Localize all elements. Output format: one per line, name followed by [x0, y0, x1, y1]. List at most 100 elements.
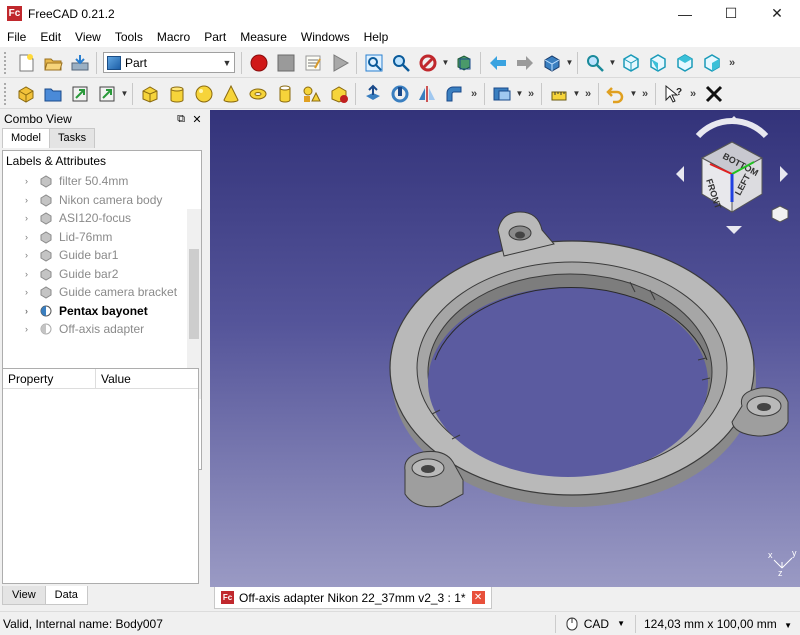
view-right-button[interactable] — [699, 50, 724, 75]
view-top-button[interactable] — [672, 50, 697, 75]
view-fit-selection-button[interactable] — [388, 50, 413, 75]
menu-windows[interactable]: Windows — [294, 27, 357, 47]
macro-record-button[interactable] — [246, 50, 271, 75]
tree-item[interactable]: › Lid-76mm — [3, 228, 201, 247]
toolbar-grip[interactable] — [4, 82, 8, 105]
view-fit-all-button[interactable] — [361, 50, 386, 75]
toolbar-overflow-button[interactable]: » — [524, 81, 538, 106]
tree-item[interactable]: › Guide bar2 — [3, 265, 201, 284]
export-icon-button[interactable] — [67, 81, 92, 106]
navigation-cube[interactable]: BOTTOM FRONT LEFT — [668, 114, 796, 234]
new-document-button[interactable] — [13, 50, 38, 75]
sync-view-button[interactable] — [539, 50, 564, 75]
menu-macro[interactable]: Macro — [150, 27, 197, 47]
cube-button[interactable] — [137, 81, 162, 106]
tree-item[interactable]: › Pentax bayonet — [3, 302, 201, 321]
chevron-right-icon[interactable]: › — [25, 250, 39, 260]
sphere-button[interactable] — [191, 81, 216, 106]
chevron-right-icon[interactable]: › — [25, 213, 39, 223]
cone-button[interactable] — [218, 81, 243, 106]
maximize-button[interactable]: ☐ — [708, 0, 754, 27]
close-panel-icon[interactable]: ✕ — [189, 113, 205, 126]
toolbar-grip[interactable] — [4, 51, 8, 74]
view-front-button[interactable] — [645, 50, 670, 75]
undo-button[interactable] — [603, 81, 628, 106]
toolbar-overflow-button[interactable]: » — [581, 81, 595, 106]
folder-icon-button[interactable] — [40, 81, 65, 106]
chevron-down-icon[interactable]: ▼ — [565, 50, 574, 75]
menu-view[interactable]: View — [68, 27, 108, 47]
fillet-button[interactable] — [441, 81, 466, 106]
bounding-box-button[interactable] — [451, 50, 476, 75]
tree-item[interactable]: › ASI120-focus — [3, 209, 201, 228]
tree-vertical-scrollbar[interactable] — [187, 209, 201, 386]
menu-measure[interactable]: Measure — [233, 27, 294, 47]
toolbar-overflow-button[interactable]: » — [686, 81, 700, 106]
primitives-button[interactable] — [299, 81, 324, 106]
tab-model[interactable]: Model — [2, 128, 50, 148]
macro-edit-button[interactable] — [300, 50, 325, 75]
menu-part[interactable]: Part — [197, 27, 233, 47]
document-tab[interactable]: Fc Off-axis adapter Nikon 22_37mm v2_3 :… — [214, 587, 492, 609]
tree-item[interactable]: › Guide bar1 — [3, 246, 201, 265]
tab-view[interactable]: View — [2, 586, 46, 605]
macro-stop-button[interactable] — [273, 50, 298, 75]
toolbar-overflow-button[interactable]: » — [638, 81, 652, 106]
chevron-down-icon[interactable]: ▼ — [629, 81, 638, 106]
tree-item[interactable]: › Guide camera bracket — [3, 283, 201, 302]
minimize-button[interactable]: — — [662, 0, 708, 27]
tab-tasks[interactable]: Tasks — [48, 128, 96, 148]
mirror-button[interactable] — [414, 81, 439, 106]
chevron-down-icon[interactable]: ▼ — [441, 50, 450, 75]
save-document-button[interactable] — [67, 50, 92, 75]
menu-file[interactable]: File — [0, 27, 33, 47]
open-document-button[interactable] — [40, 50, 65, 75]
value-column-header[interactable]: Value — [96, 369, 131, 388]
chevron-right-icon[interactable]: › — [25, 232, 39, 242]
chevron-right-icon[interactable]: › — [25, 306, 39, 316]
draw-style-button[interactable] — [415, 50, 440, 75]
chevron-right-icon[interactable]: › — [25, 195, 39, 205]
back-button[interactable] — [485, 50, 510, 75]
navigation-style-selector[interactable]: CAD ▼ — [554, 614, 635, 633]
tab-data[interactable]: Data — [44, 586, 88, 605]
tree-item[interactable]: › Off-axis adapter — [3, 320, 201, 339]
tree-item[interactable]: › Nikon camera body — [3, 191, 201, 210]
measure-button[interactable] — [546, 81, 571, 106]
workbench-selector[interactable]: Part ▼ — [103, 52, 235, 73]
extrude-button[interactable] — [360, 81, 385, 106]
chevron-right-icon[interactable]: › — [25, 287, 39, 297]
view-dimensions[interactable]: 124,03 mm x 100,00 mm ▼ — [635, 614, 800, 633]
chevron-right-icon[interactable]: › — [25, 176, 39, 186]
toolbar-overflow-button[interactable]: » — [467, 81, 481, 106]
forward-button[interactable] — [512, 50, 537, 75]
boolean-button[interactable] — [489, 81, 514, 106]
float-panel-icon[interactable]: ⧉ — [173, 113, 189, 126]
view-isometric-button[interactable] — [618, 50, 643, 75]
link-icon-button[interactable] — [94, 81, 119, 106]
menu-help[interactable]: Help — [357, 27, 396, 47]
tree-item[interactable]: › filter 50.4mm — [3, 172, 201, 191]
part-body-icon-button[interactable] — [13, 81, 38, 106]
chevron-right-icon[interactable]: › — [25, 324, 39, 334]
chevron-down-icon[interactable]: ▼ — [608, 50, 617, 75]
whats-this-button[interactable]: ? — [660, 81, 685, 106]
shape-builder-button[interactable] — [326, 81, 351, 106]
menu-edit[interactable]: Edit — [33, 27, 68, 47]
macro-run-button[interactable] — [327, 50, 352, 75]
chevron-down-icon[interactable]: ▼ — [120, 81, 129, 106]
tube-button[interactable] — [272, 81, 297, 106]
standard-views-button[interactable] — [582, 50, 607, 75]
close-button[interactable]: ✕ — [754, 0, 800, 27]
cylinder-button[interactable] — [164, 81, 189, 106]
close-task-button[interactable] — [701, 81, 726, 106]
3d-viewport[interactable]: BOTTOM FRONT LEFT x y z — [210, 110, 800, 587]
chevron-down-icon[interactable]: ▼ — [515, 81, 524, 106]
torus-button[interactable] — [245, 81, 270, 106]
scrollbar-thumb[interactable] — [189, 249, 199, 339]
menu-tools[interactable]: Tools — [108, 27, 150, 47]
chevron-right-icon[interactable]: › — [25, 269, 39, 279]
revolve-button[interactable] — [387, 81, 412, 106]
toolbar-overflow-button[interactable]: » — [725, 50, 739, 75]
chevron-down-icon[interactable]: ▼ — [572, 81, 581, 106]
